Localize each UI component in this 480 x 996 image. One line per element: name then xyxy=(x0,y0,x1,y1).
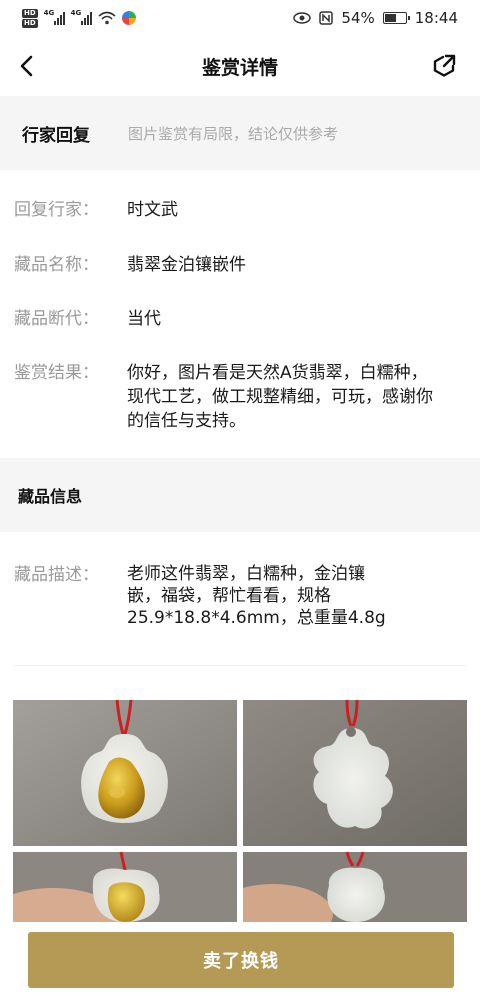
divider xyxy=(14,665,466,666)
hd-indicators: HD HD xyxy=(22,8,38,28)
network-type-1: 4G xyxy=(43,9,55,17)
status-right: 54% 18:44 xyxy=(293,9,458,27)
row-dating: 藏品断代： 当代 xyxy=(14,307,466,331)
row-item-name: 藏品名称： 翡翠金泊镶嵌件 xyxy=(14,253,466,277)
row-key: 藏品断代： xyxy=(14,309,99,329)
item-photo-held-back[interactable] xyxy=(243,852,467,922)
hd-badge-1: HD xyxy=(22,8,38,18)
sell-button[interactable]: 卖了换钱 xyxy=(28,932,454,988)
row-value: 当代 xyxy=(127,309,161,329)
chevron-left-icon[interactable] xyxy=(14,52,42,80)
row-value: 翡翠金泊镶嵌件 xyxy=(127,255,246,275)
page-title: 鉴赏详情 xyxy=(201,56,278,79)
app-notification-icon xyxy=(121,11,136,25)
nfc-icon xyxy=(319,11,334,25)
wifi-icon xyxy=(98,11,116,25)
clock: 18:44 xyxy=(414,9,458,27)
row-appraisal-result: 鉴赏结果： 你好，图片看是天然A货翡翠，白糯种，现代工艺，做工规整精细，可玩，感… xyxy=(14,361,466,433)
nav-header: 鉴赏详情 xyxy=(0,36,480,96)
signal-icon-1: 4G xyxy=(43,9,65,25)
row-key: 藏品描述： xyxy=(14,565,99,585)
row-value: 时文武 xyxy=(127,200,178,220)
eye-comfort-icon xyxy=(293,12,312,24)
row-description: 藏品描述： 老师这件翡翠，白糯种，金泊镶嵌，福袋，帮忙看看，规格25.9*18.… xyxy=(14,563,466,629)
item-photo-back[interactable] xyxy=(243,700,467,846)
expert-reply-title: 行家回复 xyxy=(22,125,90,146)
network-type-2: 4G xyxy=(70,9,82,17)
disclaimer-note: 图片鉴赏有局限，结论仅供参考 xyxy=(128,124,339,143)
item-photo-front[interactable] xyxy=(13,700,237,846)
battery-icon xyxy=(382,12,410,24)
row-expert: 回复行家： 时文武 xyxy=(14,198,466,222)
expert-reply-header: 行家回复 图片鉴赏有局限，结论仅供参考 xyxy=(0,96,480,170)
status-bar: HD HD 4G 4G 54% 18:44 xyxy=(0,0,480,36)
row-key: 鉴赏结果： xyxy=(14,363,99,383)
share-icon[interactable] xyxy=(430,52,458,80)
battery-percent: 54% xyxy=(341,9,375,27)
row-value: 老师这件翡翠，白糯种，金泊镶嵌，福袋，帮忙看看，规格25.9*18.8*4.6m… xyxy=(127,564,386,628)
row-key: 藏品名称： xyxy=(14,255,99,275)
hd-badge-2: HD xyxy=(22,18,38,28)
item-info-title: 藏品信息 xyxy=(18,487,83,506)
row-key: 回复行家： xyxy=(14,200,99,220)
item-info-header: 藏品信息 xyxy=(0,458,480,532)
status-left: HD HD 4G 4G xyxy=(22,8,136,28)
row-value: 你好，图片看是天然A货翡翠，白糯种，现代工艺，做工规整精细，可玩，感谢你的信任与… xyxy=(127,363,433,431)
item-photo-held-front[interactable] xyxy=(13,852,237,922)
signal-icon-2: 4G xyxy=(70,9,92,25)
